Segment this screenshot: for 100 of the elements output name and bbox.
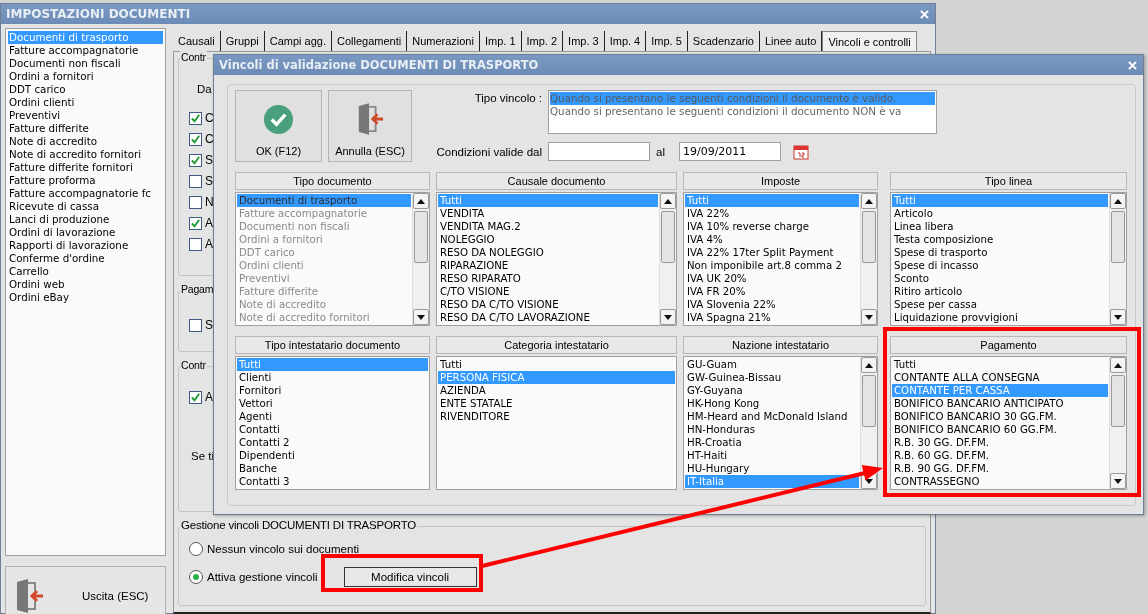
list-item[interactable]: IVA Slovenia 22% [685,298,859,311]
list-item[interactable]: VENDITA [438,207,658,220]
list-item[interactable]: BONIFICO BANCARIO ANTICIPATO [892,397,1108,410]
document-type-item[interactable]: Conferme d'ordine [8,252,163,265]
scrollbar[interactable] [1109,357,1126,489]
document-type-item[interactable]: Fatture accompagnatorie fc [8,187,163,200]
list-item[interactable]: IVA 4% [685,233,859,246]
checkbox[interactable] [189,174,202,188]
list-item[interactable]: RESO RIPARATO [438,272,658,285]
tab[interactable]: Gruppi [220,31,265,51]
document-type-item[interactable]: Ordini web [8,278,163,291]
list-item[interactable]: Articolo [892,207,1108,220]
list-item[interactable]: NOLEGGIO [438,233,658,246]
checkbox[interactable] [189,237,202,251]
list-item[interactable]: IVA 10% reverse charge [685,220,859,233]
date-field[interactable]: 19/09/2011 [678,142,781,161]
tab[interactable]: Imp. 4 [604,31,647,51]
checkbox[interactable] [189,195,202,209]
close-button[interactable] [917,7,931,21]
tab[interactable]: Scadenzario [687,31,760,51]
list-item[interactable]: CONTRASSEGNO [892,475,1108,488]
list-item[interactable]: BONIFICO BANCARIO 60 GG.FM. [892,423,1108,436]
list-item[interactable]: C/TO VISIONE [438,285,658,298]
calendar-icon[interactable] [792,143,809,160]
document-type-item[interactable]: Note di accredito [8,135,163,148]
document-type-item[interactable]: DDT carico [8,83,163,96]
triangle-down-icon[interactable] [865,478,873,484]
cancel-button[interactable]: Annulla (ESC) [328,90,412,162]
list-item[interactable]: Liquidazione provvigioni [892,311,1108,324]
document-type-item[interactable]: Lanci di produzione [8,213,163,226]
triangle-up-icon[interactable] [1114,198,1122,204]
list-item[interactable]: Vettori [237,397,428,410]
date-field[interactable] [548,142,650,161]
list-item[interactable]: Tutti [438,358,675,371]
list-item[interactable]: R.B. 90 GG. DF.FM. [892,462,1108,475]
document-type-item[interactable]: Carrello [8,265,163,278]
tab[interactable]: Imp. 1 [479,31,522,51]
document-type-item[interactable]: Ricevute di cassa [8,200,163,213]
list-item[interactable]: VENDITA MAG.2 [438,220,658,233]
list-item[interactable]: HK-Hong Kong [685,397,859,410]
tab[interactable]: Numerazioni [407,31,480,51]
list-item[interactable]: Spese di incasso [892,259,1108,272]
checkbox[interactable] [189,153,202,167]
document-type-item[interactable]: Ordini clienti [8,96,163,109]
scrollbar[interactable] [659,193,676,325]
document-type-item[interactable]: Fatture proforma [8,174,163,187]
list-item[interactable]: AZIENDA [438,384,675,397]
scrollbar[interactable] [860,357,877,489]
checkbox[interactable] [189,111,202,125]
list-item[interactable]: Sconto [892,272,1108,285]
tab[interactable]: Imp. 3 [563,31,605,51]
list-item[interactable]: Spese per cassa [892,298,1108,311]
triangle-down-icon[interactable] [664,314,672,320]
document-type-item[interactable]: Fatture differite fornitori [8,161,163,174]
close-button[interactable] [1125,58,1139,72]
list-item[interactable]: CONTANTE ALLA CONSEGNA [892,371,1108,384]
document-type-item[interactable]: Ordini eBay [8,291,163,304]
triangle-up-icon[interactable] [865,198,873,204]
list-item[interactable]: HT-Haiti [685,449,859,462]
radio-button[interactable] [189,570,203,584]
list-item[interactable]: IVA Spagna 21% [685,311,859,324]
list-item[interactable]: IVA UK 20% [685,272,859,285]
list-item[interactable]: Contatti [237,423,428,436]
list-item[interactable]: ENTE STATALE [438,397,675,410]
list-item[interactable]: Agenti [237,410,428,423]
list-item[interactable]: R.B. 30 GG. DF.FM. [892,436,1108,449]
list-item[interactable]: Contatti 2 [237,436,428,449]
triangle-up-icon[interactable] [664,198,672,204]
list-item[interactable]: R.B. 60 GG. DF.FM. [892,449,1108,462]
list-item[interactable]: RIPARAZIONE [438,259,658,272]
triangle-down-icon[interactable] [417,314,425,320]
list-item[interactable]: HU-Hungary [685,462,859,475]
list-item[interactable]: GU-Guam [685,358,859,371]
radio-button[interactable] [189,542,203,556]
list-item[interactable]: IVA FR 20% [685,285,859,298]
list-item[interactable]: Banche [237,462,428,475]
checkbox[interactable] [189,318,202,332]
list-item[interactable]: Tutti [892,358,1108,371]
triangle-up-icon[interactable] [1114,362,1122,368]
ok-button[interactable]: OK (F12) [235,90,322,162]
list-item[interactable]: RESO DA C/TO VISIONE [438,298,658,311]
document-type-item[interactable]: Fatture accompagnatorie [8,44,163,57]
triangle-up-icon[interactable] [417,198,425,204]
triangle-up-icon[interactable] [865,362,873,368]
constraint-type-option[interactable]: Quando si presentano le seguenti condizioni il documento NON è va [550,105,935,118]
list-item[interactable]: GY-Guyana [685,384,859,397]
document-type-item[interactable]: Preventivi [8,109,163,122]
list-item[interactable]: RIVENDITORE [438,410,675,423]
list-item[interactable]: Spese di trasporto [892,246,1108,259]
list-item[interactable]: Non imponibile art.8 comma 2 [685,259,859,272]
list-item[interactable]: Dipendenti [237,449,428,462]
document-type-item[interactable]: Rapporti di lavorazione [8,239,163,252]
tab[interactable]: Imp. 5 [646,31,688,51]
list-item[interactable]: Clienti [237,371,428,384]
document-type-item[interactable]: Documenti non fiscali [8,57,163,70]
exit-button[interactable]: Uscita (ESC) [5,566,166,614]
list-item[interactable]: Fornitori [237,384,428,397]
tab[interactable]: Imp. 2 [521,31,564,51]
tab[interactable]: Collegamenti [332,31,408,51]
tab[interactable]: Vincoli e controlli [822,31,917,51]
